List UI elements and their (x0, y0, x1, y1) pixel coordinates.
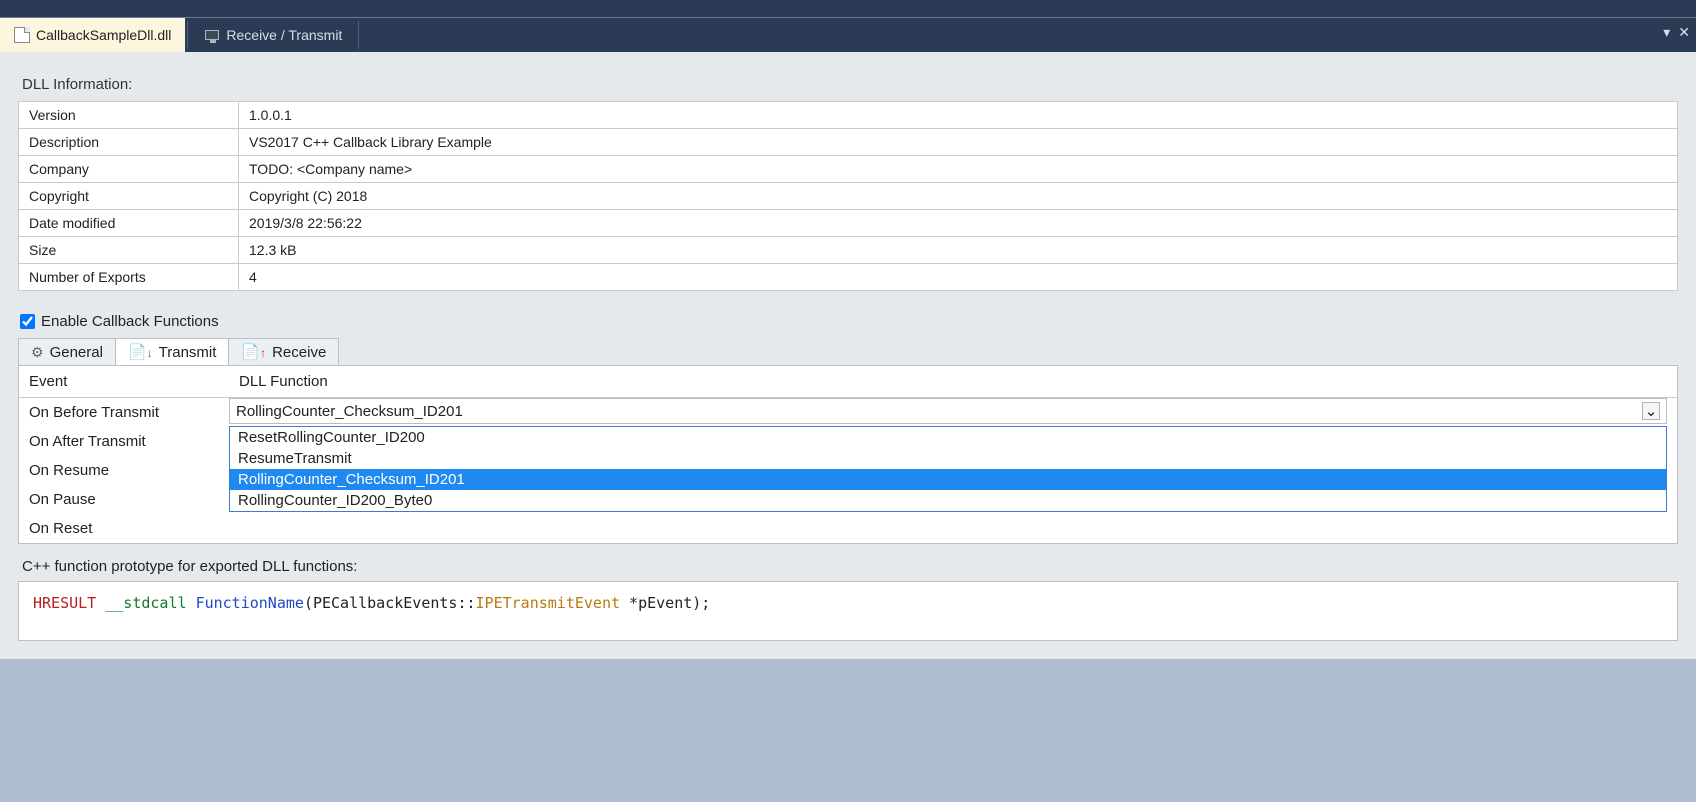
tab-label: CallbackSampleDll.dll (36, 27, 171, 43)
combobox-selected-text: RollingCounter_Checksum_ID201 (236, 403, 463, 420)
chevron-down-icon[interactable]: ⌄ (1642, 402, 1660, 420)
info-key: Description (19, 129, 239, 156)
table-row: CopyrightCopyright (C) 2018 (19, 183, 1678, 210)
tab-label: Transmit (159, 344, 217, 361)
tab-divider (187, 21, 188, 49)
content-area: DLL Information: Version1.0.0.1 Descript… (0, 52, 1696, 659)
transmit-panel: Event DLL Function On Before Transmit Ro… (18, 365, 1678, 544)
row-after-transmit-label: On After Transmit (19, 427, 229, 456)
table-row: Number of Exports4 (19, 264, 1678, 291)
info-val: VS2017 C++ Callback Library Example (239, 129, 1678, 156)
col-header-event: Event (19, 366, 229, 398)
transmit-icon: 📄↓ (128, 343, 153, 361)
info-key: Number of Exports (19, 264, 239, 291)
event-function-grid: Event DLL Function On Before Transmit Ro… (19, 366, 1677, 543)
code-funcname: FunctionName (196, 594, 304, 612)
info-val: 12.3 kB (239, 237, 1678, 264)
code-classname: IPETransmitEvent (476, 594, 621, 612)
tab-general[interactable]: General (18, 338, 116, 365)
tab-receive-transmit[interactable]: Receive / Transmit (190, 18, 356, 52)
prototype-heading: C++ function prototype for exported DLL … (22, 558, 1678, 575)
tab-transmit[interactable]: 📄↓ Transmit (116, 338, 229, 365)
code-stdcall: __stdcall (105, 594, 186, 612)
tab-label: Receive (272, 344, 326, 361)
table-row: Date modified2019/3/8 22:56:22 (19, 210, 1678, 237)
tab-receive[interactable]: 📄↑ Receive (229, 338, 339, 365)
row-before-transmit-label: On Before Transmit (19, 398, 229, 427)
dropdown-option[interactable]: ResumeTransmit (230, 448, 1666, 469)
close-icon[interactable]: ✕ (1678, 24, 1690, 41)
dropdown-option[interactable]: RollingCounter_ID200_Byte0 (230, 490, 1666, 511)
tab-callback-dll[interactable]: CallbackSampleDll.dll (0, 18, 185, 52)
table-row: Version1.0.0.1 (19, 102, 1678, 129)
function-dropdown: ResetRollingCounter_ID200 ResumeTransmit… (229, 426, 1667, 512)
info-val: 2019/3/8 22:56:22 (239, 210, 1678, 237)
tab-label: Receive / Transmit (226, 27, 342, 43)
dropdown-option[interactable]: ResetRollingCounter_ID200 (230, 427, 1666, 448)
info-val: 1.0.0.1 (239, 102, 1678, 129)
table-row: CompanyTODO: <Company name> (19, 156, 1678, 183)
info-key: Version (19, 102, 239, 129)
dll-information-heading: DLL Information: (22, 76, 1678, 93)
code-hresult: HRESULT (33, 594, 96, 612)
receive-icon: 📄↑ (241, 343, 266, 361)
monitor-icon (204, 27, 220, 43)
col-header-function: DLL Function (229, 366, 1677, 398)
enable-callbacks-row[interactable]: Enable Callback Functions (20, 313, 1678, 330)
code-text: (PECallbackEvents:: (304, 594, 476, 612)
gear-icon (31, 344, 44, 361)
file-icon (14, 27, 30, 43)
tab-divider (358, 21, 359, 49)
prototype-code: HRESULT __stdcall FunctionName(PECallbac… (18, 581, 1678, 641)
enable-callbacks-checkbox[interactable] (20, 314, 35, 329)
row-resume-label: On Resume (19, 456, 229, 485)
enable-callbacks-label: Enable Callback Functions (41, 313, 219, 330)
info-key: Copyright (19, 183, 239, 210)
table-row: DescriptionVS2017 C++ Callback Library E… (19, 129, 1678, 156)
info-val: Copyright (C) 2018 (239, 183, 1678, 210)
info-key: Size (19, 237, 239, 264)
dll-info-table: Version1.0.0.1 DescriptionVS2017 C++ Cal… (18, 101, 1678, 291)
info-key: Date modified (19, 210, 239, 237)
tab-strip-controls: ▾ ✕ (1663, 24, 1690, 41)
code-text: *pEvent); (620, 594, 710, 612)
row-reset-label: On Reset (19, 514, 229, 543)
row-before-transmit-value: RollingCounter_Checksum_ID201 ⌄ ResetRol… (229, 398, 1677, 427)
dropdown-icon[interactable]: ▾ (1663, 24, 1670, 41)
function-combobox[interactable]: RollingCounter_Checksum_ID201 ⌄ (229, 398, 1667, 424)
callback-subtabs: General 📄↓ Transmit 📄↑ Receive (18, 338, 1678, 365)
document-tab-strip: CallbackSampleDll.dll Receive / Transmit… (0, 18, 1696, 52)
info-key: Company (19, 156, 239, 183)
row-pause-label: On Pause (19, 485, 229, 514)
tab-label: General (50, 344, 103, 361)
info-val: TODO: <Company name> (239, 156, 1678, 183)
row-reset-value[interactable] (229, 514, 1677, 543)
title-bar-spacer (0, 0, 1696, 18)
table-row: Size12.3 kB (19, 237, 1678, 264)
info-val: 4 (239, 264, 1678, 291)
dropdown-option-selected[interactable]: RollingCounter_Checksum_ID201 (230, 469, 1666, 490)
